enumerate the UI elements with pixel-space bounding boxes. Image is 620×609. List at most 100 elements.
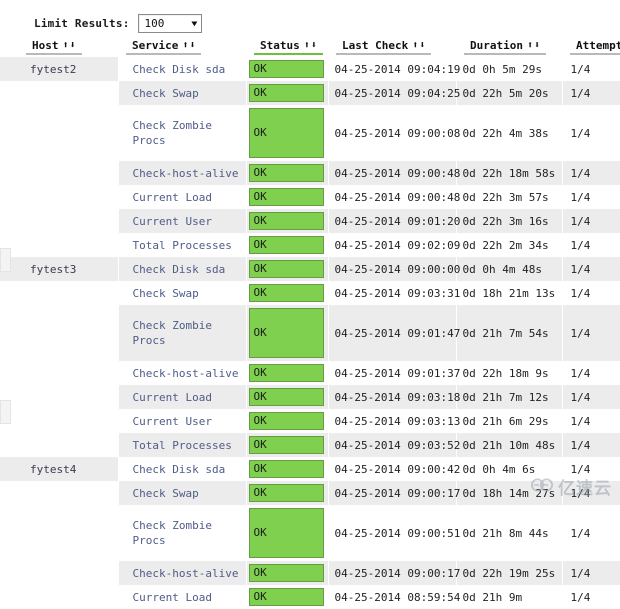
duration-cell: 0d 21h 6m 29s xyxy=(455,409,562,433)
service-link[interactable]: Check-host-alive xyxy=(133,366,240,381)
sort-ascending-icon[interactable]: ⬆ xyxy=(412,41,418,51)
service-name-line: Check-host-alive xyxy=(132,366,239,380)
service-name-line: Procs xyxy=(132,334,166,347)
service-link[interactable]: Check Zombie Procs xyxy=(133,118,240,148)
last-check-cell: 04-25-2014 09:00:17 xyxy=(327,561,460,585)
service-link[interactable]: Check Zombie Procs xyxy=(133,318,240,348)
status-badge: OK xyxy=(248,564,324,582)
sort-ascending-icon[interactable]: ⬆ xyxy=(63,41,69,51)
sort-arrows-status[interactable]: ⬆ ⬇ xyxy=(304,41,317,51)
service-link[interactable]: Check-host-alive xyxy=(133,166,240,181)
service-link[interactable]: Current User xyxy=(133,414,240,429)
attempt-cell: 1/4 xyxy=(561,585,620,609)
last-check-cell: 04-25-2014 09:04:25 xyxy=(327,81,460,105)
service-link[interactable]: Current User xyxy=(133,214,240,229)
service-link[interactable]: Current Load xyxy=(133,390,240,405)
service-name-line: Procs xyxy=(132,534,166,547)
host-link[interactable]: fytest3 xyxy=(0,257,118,281)
host-link[interactable]: fytest4 xyxy=(0,457,118,481)
column-header-service[interactable]: Service ⬆ ⬇ xyxy=(118,39,246,57)
sort-descending-icon[interactable]: ⬇ xyxy=(189,41,195,51)
status-cell: OK xyxy=(245,233,328,257)
service-cell: Check Zombie Procs xyxy=(117,305,246,361)
sort-ascending-icon[interactable]: ⬆ xyxy=(527,41,533,51)
host-link[interactable]: fytest2 xyxy=(0,57,118,81)
sort-descending-icon[interactable]: ⬇ xyxy=(311,41,317,51)
service-cell: Current User xyxy=(117,209,246,233)
sort-arrows-last-check[interactable]: ⬆ ⬇ xyxy=(412,41,425,51)
status-badge: OK xyxy=(248,364,324,382)
service-cell: Check Zombie Procs xyxy=(117,505,246,561)
service-link[interactable]: Check Swap xyxy=(133,86,240,101)
status-badge: OK xyxy=(248,484,324,502)
sort-descending-icon[interactable]: ⬇ xyxy=(419,41,425,51)
sort-arrows-host[interactable]: ⬆ ⬇ xyxy=(63,41,76,51)
service-name-line: Check-host-alive xyxy=(132,566,239,580)
service-name-line: Check Disk sda xyxy=(132,62,226,76)
status-cell: OK xyxy=(245,105,328,161)
column-header-duration[interactable]: Duration ⬆ ⬇ xyxy=(456,39,562,57)
attempt-cell: 1/4 xyxy=(561,361,620,385)
service-cell: Check Disk sda xyxy=(117,457,246,481)
service-name-line: Check Swap xyxy=(132,86,199,100)
duration-cell: 0d 22h 5m 20s xyxy=(455,81,562,105)
service-name-line: Check-host-alive xyxy=(132,166,239,180)
duration-cell: 0d 22h 3m 57s xyxy=(455,185,562,209)
table-body: fytest2 Check Disk sda OK 04-25-2014 09:04:… xyxy=(0,57,620,609)
sort-descending-icon[interactable]: ⬇ xyxy=(534,41,540,51)
sort-ascending-icon[interactable]: ⬆ xyxy=(304,41,310,51)
service-link[interactable]: Check Disk sda xyxy=(133,62,240,77)
limit-results-select[interactable]: 100 ▼ xyxy=(137,14,202,33)
status-cell: OK xyxy=(245,585,328,609)
service-link[interactable]: Current Load xyxy=(133,590,240,605)
service-name-line: Procs xyxy=(132,134,166,147)
service-link[interactable]: Check Swap xyxy=(133,486,240,501)
attempt-cell: 1/4 xyxy=(561,233,620,257)
attempt-cell: 1/4 xyxy=(561,281,620,305)
duration-cell: 0d 0h 4m 48s xyxy=(455,257,562,281)
service-name-line: Current Load xyxy=(132,190,212,204)
status-cell: OK xyxy=(245,209,328,233)
service-link[interactable]: Check Disk sda xyxy=(133,462,240,477)
column-header-status[interactable]: Status ⬆ ⬇ xyxy=(246,39,328,57)
service-link[interactable]: Total Processes xyxy=(133,438,240,453)
table-row: Check Zombie Procs OK 04-25-2014 09:00:51 0d… xyxy=(0,505,620,561)
table-row: Current Load OK 04-25-2014 09:03:18 0d 21h … xyxy=(0,385,620,409)
duration-cell: 0d 0h 4m 6s xyxy=(455,457,562,481)
service-cell: Check Disk sda xyxy=(117,57,246,81)
service-link[interactable]: Check-host-alive xyxy=(133,566,240,581)
service-link[interactable]: Check Zombie Procs xyxy=(133,518,240,548)
service-link[interactable]: Total Processes xyxy=(133,238,240,253)
attempt-cell: 1/4 xyxy=(561,105,620,161)
service-link[interactable]: Check Swap xyxy=(133,286,240,301)
host-cell-empty xyxy=(0,305,118,361)
service-link[interactable]: Current Load xyxy=(133,190,240,205)
service-cell: Check Swap xyxy=(117,481,246,505)
host-cell-empty xyxy=(0,105,118,161)
status-cell: OK xyxy=(245,257,328,281)
sort-arrows-service[interactable]: ⬆ ⬇ xyxy=(182,41,195,51)
status-badge: OK xyxy=(248,188,324,206)
sort-descending-icon[interactable]: ⬇ xyxy=(70,41,76,51)
service-name-line: Check Zombie xyxy=(132,519,212,532)
column-header-host[interactable]: Host ⬆ ⬇ xyxy=(0,39,118,57)
status-badge: OK xyxy=(248,212,324,230)
column-header-host-label: Host xyxy=(32,39,59,52)
status-badge: OK xyxy=(248,284,324,302)
service-name-line: Current Load xyxy=(132,390,212,404)
service-link[interactable]: Check Disk sda xyxy=(133,262,240,277)
table-row: Total Processes OK 04-25-2014 09:02:09 0d 2… xyxy=(0,233,620,257)
table-row: fytest3 Check Disk sda OK 04-25-2014 09:00:… xyxy=(0,257,620,281)
service-name-line: Current User xyxy=(132,414,212,428)
service-cell: Check Swap xyxy=(117,281,246,305)
sort-ascending-icon[interactable]: ⬆ xyxy=(182,41,188,51)
column-header-attempt[interactable]: Attempt ⬆ ⬇ xyxy=(562,39,620,57)
sort-arrows-duration[interactable]: ⬆ ⬇ xyxy=(527,41,540,51)
service-cell: Total Processes xyxy=(117,233,246,257)
host-cell-empty xyxy=(0,385,118,409)
duration-cell: 0d 21h 9m xyxy=(455,585,562,609)
service-cell: Current Load xyxy=(117,185,246,209)
column-header-last-check[interactable]: Last Check ⬆ ⬇ xyxy=(328,39,456,57)
limit-results-value: 100 xyxy=(144,17,165,30)
service-cell: Current User xyxy=(117,409,246,433)
